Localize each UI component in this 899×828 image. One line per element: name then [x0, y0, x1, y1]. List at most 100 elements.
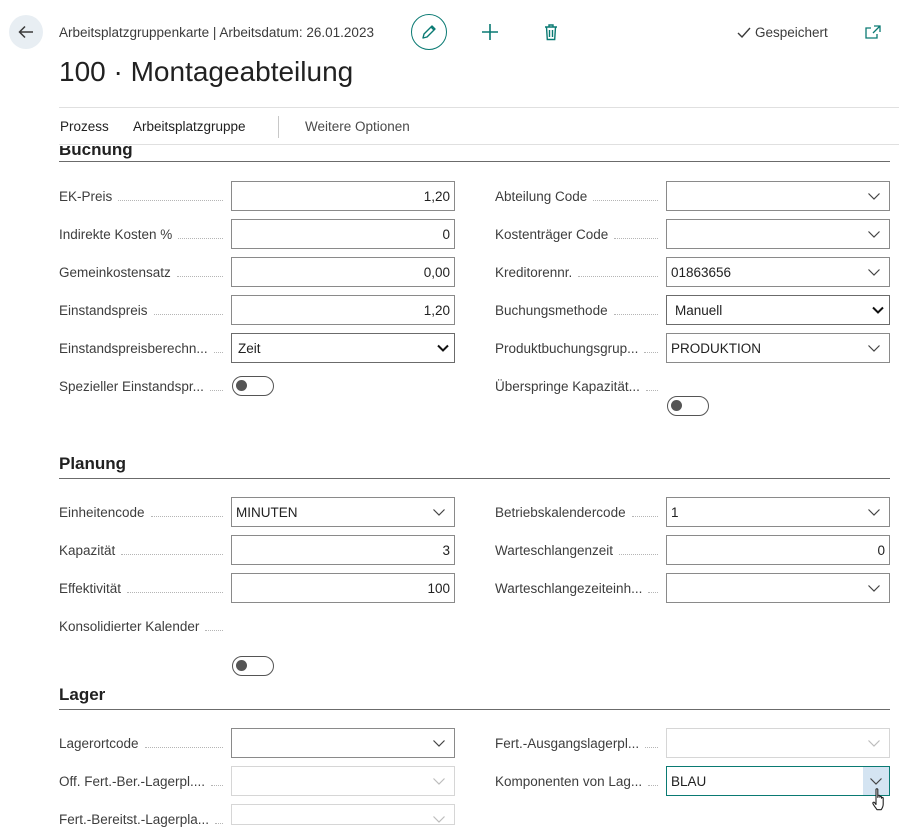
ueberspringe-kapazitaet-toggle[interactable]	[667, 396, 709, 416]
kostentraeger-code-dropdown[interactable]	[666, 219, 890, 249]
einstandspreis-input[interactable]: 1,20	[231, 295, 455, 325]
chevron-down-icon	[433, 509, 445, 516]
lagerortcode-dropdown[interactable]	[231, 728, 455, 758]
edit-button[interactable]	[411, 14, 447, 50]
saved-status: Gespeichert	[737, 25, 828, 40]
field-label-kostentraeger-code: Kostenträger Code	[495, 225, 666, 243]
field-label-kreditorennr: Kreditorennr.	[495, 263, 666, 281]
field-label-ueberspringe-kapazitaet: Überspringe Kapazität...	[495, 377, 666, 395]
trash-icon	[545, 24, 557, 41]
toggle-knob	[671, 400, 682, 411]
chevron-down-icon	[870, 778, 882, 785]
field-label-buchungsmethode: Buchungsmethode	[495, 301, 666, 319]
delete-button[interactable]	[538, 19, 564, 45]
field-label-spezieller-einstandspreis: Spezieller Einstandspr...	[59, 377, 231, 395]
section-divider	[59, 709, 890, 710]
field-label-off-fert-ber-lagerplatz: Off. Fert.-Ber.-Lagerpl....	[59, 772, 231, 790]
field-label-effektivitaet: Effektivität	[59, 579, 231, 597]
abteilung-code-dropdown[interactable]	[666, 181, 890, 211]
chevron-down-icon	[868, 231, 880, 238]
produktbuchungsgruppe-dropdown[interactable]: PRODUKTION	[666, 333, 890, 363]
konsolidierter-kalender-toggle[interactable]	[232, 656, 274, 676]
field-label-produktbuchungsgruppe: Produktbuchungsgrup...	[495, 339, 666, 357]
section-divider	[59, 478, 890, 479]
field-label-einstandspreis: Einstandspreis	[59, 301, 231, 319]
field-label-kapazitaet: Kapazität	[59, 541, 231, 559]
pencil-icon	[422, 25, 436, 39]
field-label-einstandspreisberechnung: Einstandspreisberechn...	[59, 339, 231, 357]
chevron-down-icon	[868, 269, 880, 276]
action-prozess[interactable]: Prozess	[60, 119, 109, 134]
field-label-betriebskalendercode: Betriebskalendercode	[495, 503, 666, 521]
field-label-fert-bereitst-lagerplatz: Fert.-Bereitst.-Lagerpla...	[59, 810, 231, 828]
field-label-lagerortcode: Lagerortcode	[59, 734, 231, 752]
field-label-komponenten-von-lagerplatz: Komponenten von Lag...	[495, 772, 666, 790]
page-title: 100 · Montageabteilung	[59, 56, 354, 87]
kreditorennr-dropdown[interactable]: 01863656	[666, 257, 890, 287]
indirekte-kosten-input[interactable]: 0	[231, 219, 455, 249]
field-label-warteschlangezeiteinheit: Warteschlangezeiteinh...	[495, 579, 666, 597]
ek-preis-input[interactable]: 1,20	[231, 181, 455, 211]
field-label-indirekte-kosten: Indirekte Kosten %	[59, 225, 231, 243]
action-separator	[278, 116, 279, 138]
chevron-down-icon	[868, 509, 880, 516]
betriebskalendercode-dropdown[interactable]: 1	[666, 497, 890, 527]
checkmark-icon	[737, 27, 751, 38]
chevron-down-icon	[872, 306, 884, 314]
plus-icon	[482, 24, 498, 40]
effektivitaet-input[interactable]: 100	[231, 573, 455, 603]
toggle-knob	[236, 660, 247, 671]
field-label-fert-ausgangslagerplatz: Fert.-Ausgangslagerpl...	[495, 734, 666, 752]
section-divider	[59, 161, 890, 162]
section-title-buchung: Buchung	[59, 146, 133, 159]
kapazitaet-input[interactable]: 3	[231, 535, 455, 565]
new-button[interactable]	[477, 19, 503, 45]
komponenten-von-lagerplatz-dropdown[interactable]: BLAU	[666, 766, 890, 796]
field-label-konsolidierter-kalender: Konsolidierter Kalender	[59, 617, 231, 635]
buchungsmethode-select[interactable]: Manuell	[666, 295, 890, 325]
chevron-down-icon	[437, 344, 449, 352]
back-button[interactable]	[9, 15, 43, 49]
section-title-planung[interactable]: Planung	[59, 454, 126, 474]
off-fert-ber-lagerplatz-dropdown	[231, 766, 455, 796]
buchungsmethode-value: Manuell	[675, 302, 723, 318]
einheitencode-value: MINUTEN	[236, 504, 298, 520]
komponenten-von-lagerplatz-value: BLAU	[671, 773, 707, 789]
warteschlangenzeit-input[interactable]: 0	[666, 535, 890, 565]
einheitencode-dropdown[interactable]: MINUTEN	[231, 497, 455, 527]
produktbuchungsgruppe-value: PRODUKTION	[671, 340, 762, 356]
saved-label: Gespeichert	[755, 25, 828, 40]
spezieller-einstandspreis-toggle[interactable]	[232, 376, 274, 396]
einstandspreisberechnung-value: Zeit	[238, 340, 261, 356]
arrow-left-icon	[18, 25, 33, 39]
chevron-down-icon	[868, 740, 880, 747]
action-weitere-optionen[interactable]: Weitere Optionen	[305, 119, 410, 134]
kreditorennr-value: 01863656	[671, 264, 732, 280]
field-label-gemeinkostensatz: Gemeinkostensatz	[59, 263, 231, 281]
share-button[interactable]	[860, 19, 886, 45]
fert-bereitst-lagerplatz-dropdown	[231, 804, 455, 825]
field-label-ek-preis: EK-Preis	[59, 187, 231, 205]
action-arbeitsplatzgruppe[interactable]: Arbeitsplatzgruppe	[133, 119, 246, 134]
chevron-down-icon	[868, 585, 880, 592]
share-icon	[865, 25, 881, 39]
chevron-down-icon	[868, 345, 880, 352]
gemeinkostensatz-input[interactable]: 0,00	[231, 257, 455, 287]
field-label-warteschlangenzeit: Warteschlangenzeit	[495, 541, 666, 559]
field-label-einheitencode: Einheitencode	[59, 503, 231, 521]
section-buchung-header[interactable]: Buchung	[59, 146, 359, 160]
chevron-down-icon	[868, 193, 880, 200]
chevron-down-icon	[433, 778, 445, 785]
chevron-down-icon	[433, 740, 445, 747]
toggle-knob	[236, 380, 247, 391]
hand-cursor-icon	[872, 788, 884, 811]
betriebskalendercode-value: 1	[671, 504, 679, 520]
warteschlangezeiteinheit-dropdown[interactable]	[666, 573, 890, 603]
fert-ausgangslagerplatz-dropdown	[666, 728, 890, 758]
field-label-abteilung-code: Abteilung Code	[495, 187, 666, 205]
breadcrumb: Arbeitsplatzgruppenkarte | Arbeitsdatum:…	[59, 25, 374, 40]
action-bar: Prozess Arbeitsplatzgruppe Weitere Optio…	[59, 107, 899, 145]
chevron-down-icon	[433, 816, 445, 823]
section-title-lager[interactable]: Lager	[59, 685, 105, 705]
einstandspreisberechnung-select[interactable]: Zeit	[231, 333, 455, 363]
